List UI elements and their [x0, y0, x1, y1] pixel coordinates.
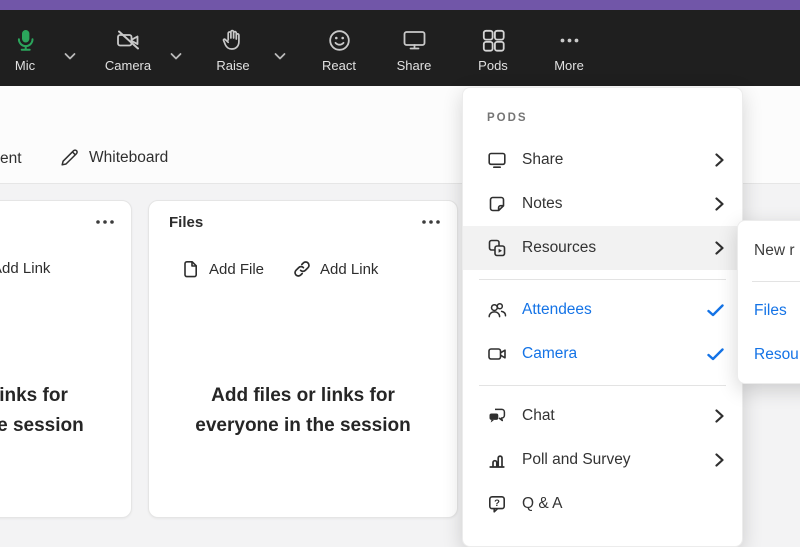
attendees-icon [487, 300, 507, 320]
pods-menu-item-notes[interactable]: Notes [463, 182, 742, 226]
menu-item-label: Chat [522, 407, 555, 424]
chevron-right-icon [715, 197, 724, 211]
menu-divider [738, 273, 800, 289]
submenu-item-files[interactable]: Files [738, 289, 800, 333]
menu-item-label: Poll and Survey [522, 451, 631, 468]
menu-divider [463, 270, 742, 288]
menu-divider [463, 376, 742, 394]
whiteboard-tab-label: Whiteboard [89, 148, 169, 166]
chat-icon [487, 406, 507, 426]
add-link-label: Add Link [0, 259, 51, 277]
menu-item-label: Resources [522, 239, 597, 256]
notes-pod-icon [487, 194, 507, 214]
chevron-right-icon [715, 453, 724, 467]
camera-off-icon [115, 26, 142, 54]
camera-pod-icon [487, 344, 507, 364]
check-icon [707, 303, 724, 317]
mic-icon [12, 26, 39, 54]
poll-chart-icon [487, 450, 507, 470]
pods-dropdown-menu: PODS Share Notes Resources Attendees Cam… [462, 87, 743, 547]
empty-state-text: Add files or links for everyone in the s… [0, 385, 84, 436]
mic-button[interactable]: Mic [0, 26, 55, 73]
add-link-button[interactable]: Add Link [0, 258, 50, 278]
pods-grid-icon [480, 26, 507, 54]
react-smiley-icon [326, 26, 353, 54]
mic-options-chevron-icon[interactable] [62, 48, 78, 64]
mic-label: Mic [14, 58, 36, 73]
files-card-options-ellipsis-icon[interactable] [421, 214, 441, 230]
pods-menu-item-camera[interactable]: Camera [463, 332, 742, 376]
submenu-item-resources[interactable]: Resou [738, 333, 800, 377]
pods-menu-item-qa[interactable]: ? Q & A [463, 482, 742, 526]
menu-item-label: Notes [522, 195, 563, 212]
share-screen-icon [401, 26, 428, 54]
resources-pod-icon [487, 238, 507, 258]
camera-label: Camera [104, 58, 152, 73]
pods-button[interactable]: Pods [463, 26, 523, 73]
files-card-title: Files [169, 214, 204, 231]
card-options-ellipsis-icon[interactable] [95, 214, 115, 230]
submenu-item-new-resource[interactable]: New r [738, 229, 800, 273]
link-icon [292, 259, 312, 279]
empty-state-text: Add files or links for everyone in the s… [195, 385, 411, 436]
share-pod-icon [487, 150, 507, 170]
pod-card-left: Add File Add Link Add files or links for… [0, 200, 132, 518]
chevron-right-icon [715, 241, 724, 255]
meeting-toolbar: Mic Camera Raise React Share Pods More [0, 10, 800, 86]
share-label: Share [396, 58, 432, 73]
more-button[interactable]: More [539, 26, 599, 73]
react-label: React [322, 58, 356, 73]
pods-menu-header: PODS [487, 112, 528, 124]
add-file-label: Add File [209, 260, 265, 278]
menu-item-label: Q & A [522, 495, 563, 512]
chevron-right-icon [715, 409, 724, 423]
pods-menu-item-attendees[interactable]: Attendees [463, 288, 742, 332]
raise-label: Raise [216, 58, 250, 73]
check-icon [707, 347, 724, 361]
menu-item-label: Camera [522, 345, 578, 362]
tab-whiteboard[interactable]: Whiteboard [59, 147, 168, 168]
menu-item-label: Share [522, 151, 564, 168]
svg-text:?: ? [494, 498, 500, 509]
window-accent-bar [0, 0, 800, 10]
raise-hand-button[interactable]: Raise [203, 26, 263, 73]
resources-submenu: New r Files Resou [737, 220, 800, 384]
chevron-right-icon [715, 153, 724, 167]
pods-menu-item-chat[interactable]: Chat [463, 394, 742, 438]
pods-menu-item-resources[interactable]: Resources [463, 226, 742, 270]
add-link-label: Add Link [320, 260, 379, 278]
add-file-button[interactable]: Add File [181, 259, 264, 279]
tab-document-partial[interactable]: ent [0, 150, 22, 168]
file-icon [181, 259, 201, 279]
more-dots-icon [556, 26, 583, 54]
camera-button[interactable]: Camera [98, 26, 158, 73]
more-label: More [554, 58, 584, 73]
pods-menu-item-poll-and-survey[interactable]: Poll and Survey [463, 438, 742, 482]
share-button[interactable]: Share [384, 26, 444, 73]
add-link-button[interactable]: Add Link [292, 259, 378, 279]
pod-card-files: Files Add File Add Link Add files or lin… [148, 200, 458, 518]
pencil-icon [59, 147, 80, 168]
camera-options-chevron-icon[interactable] [168, 48, 184, 64]
react-button[interactable]: React [309, 26, 369, 73]
raise-options-chevron-icon[interactable] [272, 48, 288, 64]
menu-item-label: Attendees [522, 301, 592, 318]
pods-menu-item-share[interactable]: Share [463, 138, 742, 182]
raise-hand-icon [220, 26, 247, 54]
qa-bubble-icon: ? [487, 494, 507, 514]
pods-label: Pods [478, 58, 508, 73]
